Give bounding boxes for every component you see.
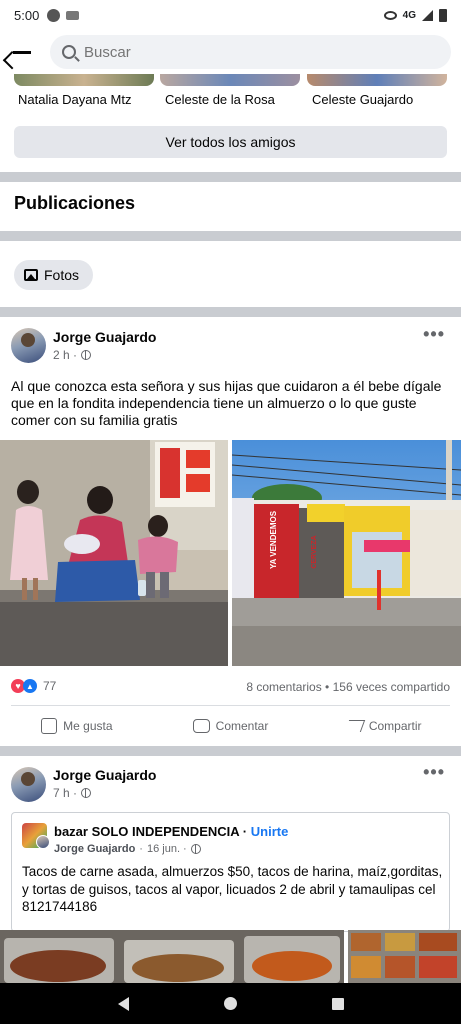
message-notification-icon <box>66 10 80 20</box>
friend-photo-celeste-rosa[interactable] <box>160 74 300 86</box>
shared-date: 16 jun. · <box>146 843 187 855</box>
like-reaction-icon: ▲ <box>23 679 37 693</box>
comment-icon <box>192 719 210 733</box>
post-time: 7 h · <box>53 786 78 800</box>
globe-icon <box>81 788 92 798</box>
friend-name[interactable]: Celeste de la Rosa <box>165 92 275 107</box>
group-title: bazar SOLO INDEPENDENCIA · Unirte <box>54 824 288 839</box>
nav-home-icon[interactable] <box>223 997 237 1010</box>
dot-separator: · <box>242 824 251 839</box>
more-icon[interactable]: ••• <box>423 324 445 345</box>
search-icon <box>62 45 76 59</box>
group-name[interactable]: bazar SOLO INDEPENDENCIA <box>54 824 239 839</box>
shared-author[interactable]: Jorge Guajardo <box>54 843 135 855</box>
like-label: Me gusta <box>63 719 113 733</box>
shares-count[interactable]: 156 veces compartido <box>333 680 450 694</box>
nav-recents-icon[interactable] <box>331 997 344 1010</box>
post-author[interactable]: Jorge Guajardo <box>53 767 156 783</box>
globe-icon <box>190 844 201 854</box>
search-box[interactable] <box>50 35 451 69</box>
avatar <box>36 835 50 849</box>
post-text: Al que conozca esta señora y sus hijas q… <box>11 378 442 428</box>
reactions-summary[interactable]: ♥ ▲ 77 <box>11 679 56 693</box>
nav-back-icon[interactable] <box>117 996 129 1011</box>
post-photo-food-right-image <box>348 930 461 983</box>
post-actions: Me gusta Comentar Compartir <box>0 706 461 746</box>
post-photo-family-image <box>0 440 228 666</box>
post-author[interactable]: Jorge Guajardo <box>53 329 156 345</box>
dot-separator: · <box>139 843 143 855</box>
photos-filter-chip[interactable]: Fotos <box>14 260 94 290</box>
more-icon[interactable]: ••• <box>423 762 445 783</box>
avatar[interactable] <box>11 767 46 802</box>
network-type: 4G <box>402 9 416 21</box>
section-divider <box>0 172 461 182</box>
share-label: Compartir <box>368 719 422 733</box>
shared-post-meta: Jorge Guajardo · 16 jun. · <box>54 843 201 855</box>
photo-icon <box>24 269 38 281</box>
globe-icon <box>81 350 92 360</box>
system-nav-bar <box>0 983 461 1024</box>
search-header <box>0 32 461 72</box>
section-title: Publicaciones <box>14 193 136 213</box>
status-time: 5:00 <box>14 7 40 23</box>
avatar[interactable] <box>11 328 46 363</box>
back-arrow-icon[interactable] <box>10 40 34 64</box>
data-saver-icon <box>383 10 397 20</box>
post-photo-storefront-image: YA VENDEMOS CERVEZA <box>232 440 461 666</box>
dot-separator: • <box>325 680 333 694</box>
sign-text-left: YA VENDEMOS <box>269 510 278 569</box>
photos-filter-label: Fotos <box>44 267 80 283</box>
reactions-count: 77 <box>43 679 57 693</box>
shared-post-text: Tacos de carne asada, almuerzos $50, tac… <box>22 864 443 914</box>
like-button[interactable]: Me gusta <box>0 706 154 746</box>
comment-button[interactable]: Comentar <box>154 706 308 746</box>
battery-icon <box>439 8 447 22</box>
status-bar: 5:00 4G <box>0 0 461 30</box>
friend-photo-natalia[interactable] <box>14 74 154 86</box>
sign-text-right: CERVEZA <box>311 535 318 568</box>
signal-icon <box>422 9 433 21</box>
share-button[interactable]: Compartir <box>307 706 461 746</box>
section-divider <box>0 746 461 756</box>
status-right: 4G <box>383 8 447 22</box>
join-group-link[interactable]: Unirte <box>251 824 289 839</box>
app-notification-icon <box>47 8 61 22</box>
friend-name[interactable]: Natalia Dayana Mtz <box>18 92 131 107</box>
post-time: 2 h · <box>53 348 78 362</box>
post-meta: 2 h · <box>53 348 92 362</box>
friend-name[interactable]: Celeste Guajardo <box>312 92 413 107</box>
comments-count[interactable]: 8 comentarios <box>246 680 321 694</box>
section-divider <box>0 231 461 241</box>
search-input[interactable] <box>84 43 384 61</box>
post-meta: 7 h · <box>53 786 92 800</box>
friend-thumbnails <box>0 74 461 87</box>
like-icon <box>41 718 58 734</box>
section-divider <box>0 307 461 317</box>
shared-group-post[interactable]: bazar SOLO INDEPENDENCIA · Unirte Jorge … <box>11 812 450 932</box>
post-photo-family[interactable] <box>0 440 228 666</box>
share-icon <box>344 720 366 732</box>
post-photo-storefront[interactable]: YA VENDEMOS CERVEZA <box>232 440 461 666</box>
see-all-friends-button[interactable]: Ver todos los amigos <box>14 126 447 158</box>
friend-photo-celeste-guajardo[interactable] <box>307 74 447 86</box>
post-photo-food-right[interactable] <box>348 930 461 983</box>
post-photo-food-left[interactable] <box>0 930 344 983</box>
post-photo-food-left-image <box>0 930 344 983</box>
engagement-counts: 8 comentarios • 156 veces compartido <box>246 680 450 694</box>
comment-label: Comentar <box>215 719 269 733</box>
